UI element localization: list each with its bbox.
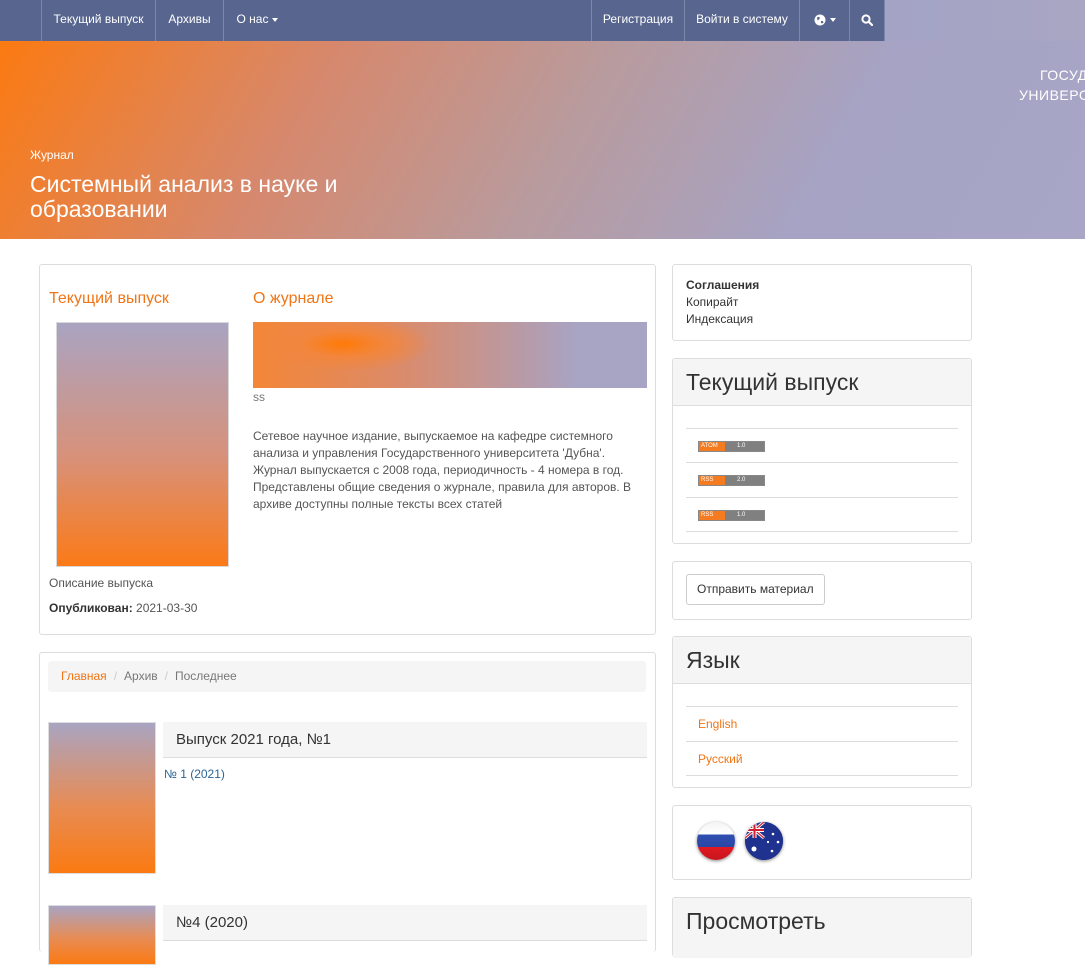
top-navigation: Текущий выпуск Архивы О нас Регистрация … <box>0 0 885 41</box>
caret-down-icon <box>829 17 836 22</box>
search-button[interactable] <box>849 0 885 41</box>
nav-register[interactable]: Регистрация <box>591 0 684 41</box>
feed-row: ATOM 1.0 <box>686 428 958 463</box>
breadcrumb-separator: / <box>113 669 118 683</box>
feed-row: RSS 2.0 <box>686 462 958 497</box>
flags-block <box>672 805 972 880</box>
submit-article-button[interactable]: Отправить материал <box>686 574 825 605</box>
search-icon <box>861 14 874 26</box>
current-issue-cover[interactable] <box>56 322 229 567</box>
australian-flag-icon[interactable] <box>745 822 783 860</box>
issue-cover[interactable] <box>48 722 156 874</box>
journal-label: Журнал <box>30 148 74 162</box>
issue-link[interactable]: № 1 (2021) <box>164 767 225 781</box>
published-date: 2021-03-30 <box>136 601 198 615</box>
issue-description-link[interactable]: Описание выпуска <box>49 576 153 590</box>
about-journal-image <box>253 322 647 388</box>
about-journal-heading: О журнале <box>253 290 334 307</box>
agreements-block: Соглашения Копирайт Индексация <box>672 264 972 341</box>
breadcrumb: Главная / Архив / Последнее <box>48 661 646 692</box>
journal-title[interactable]: Системный анализ в науке и образовании <box>30 172 370 222</box>
about-image-caption: ss <box>253 390 265 404</box>
australian-flag-graphic <box>745 822 783 860</box>
homepage-panel: Текущий выпуск Описание выпуска Опублико… <box>39 264 656 635</box>
issue-title[interactable]: №4 (2020) <box>163 905 647 941</box>
atom-feed-badge[interactable]: ATOM 1.0 <box>698 441 765 452</box>
nav-login[interactable]: Войти в систему <box>684 0 799 41</box>
nav-about-label: О нас <box>236 12 269 26</box>
language-english[interactable]: English <box>686 706 958 741</box>
issue-title[interactable]: Выпуск 2021 года, №1 <box>163 722 647 758</box>
current-issue-feeds-block: Текущий выпуск ATOM 1.0 RSS 2.0 RSS 1.0 <box>672 358 972 544</box>
language-russian[interactable]: Русский <box>686 741 958 776</box>
banner-top-right <box>885 0 1085 41</box>
published-label: Опубликован: <box>49 601 133 615</box>
archive-panel: Главная / Архив / Последнее Выпуск 2021 года… <box>39 652 656 965</box>
feed-badge-type: RSS <box>699 511 725 520</box>
copyright-link[interactable]: Копирайт <box>686 295 738 309</box>
breadcrumb-home[interactable]: Главная <box>61 669 107 683</box>
rss1-feed-badge[interactable]: RSS 1.0 <box>698 510 765 521</box>
issue-cover[interactable] <box>48 905 156 965</box>
published-info: Опубликован: 2021-03-30 <box>49 601 197 615</box>
indexing-link[interactable]: Индексация <box>686 312 753 326</box>
about-journal-text: Сетевое научное издание, выпускаемое на … <box>253 429 632 511</box>
rss2-feed-badge[interactable]: RSS 2.0 <box>698 475 765 486</box>
university-name-line2: УНИВЕРС <box>1019 87 1085 103</box>
journal-banner: ГОСУД УНИВЕРС Журнал Системный анализ в … <box>0 41 1085 239</box>
breadcrumb-separator: / <box>164 669 168 683</box>
language-block: Язык English Русский <box>672 636 972 788</box>
breadcrumb-latest: Последнее <box>175 669 237 683</box>
nav-archives[interactable]: Архивы <box>155 0 223 41</box>
browse-block: Просмотреть <box>672 897 972 958</box>
university-name-line1: ГОСУД <box>1040 67 1085 83</box>
feeds-heading: Текущий выпуск <box>673 359 971 406</box>
breadcrumb-archive[interactable]: Архив <box>124 669 158 683</box>
language-heading: Язык <box>673 637 971 684</box>
current-issue-heading: Текущий выпуск <box>49 290 169 307</box>
feed-badge-version: 1.0 <box>737 443 746 449</box>
feed-row: RSS 1.0 <box>686 497 958 532</box>
feed-badge-version: 1.0 <box>737 512 746 518</box>
globe-icon <box>814 14 825 26</box>
nav-current-issue[interactable]: Текущий выпуск <box>41 0 155 41</box>
agreements-title[interactable]: Соглашения <box>686 278 759 292</box>
language-menu-button[interactable] <box>799 0 849 41</box>
nav-about[interactable]: О нас <box>223 0 291 41</box>
submit-block: Отправить материал <box>672 561 972 620</box>
browse-heading: Просмотреть <box>673 898 971 958</box>
russian-flag-icon[interactable] <box>697 822 735 860</box>
feed-badge-type: RSS <box>699 476 725 485</box>
caret-down-icon <box>272 17 279 22</box>
feed-badge-type: ATOM <box>699 442 725 451</box>
feed-badge-version: 2.0 <box>737 477 746 483</box>
